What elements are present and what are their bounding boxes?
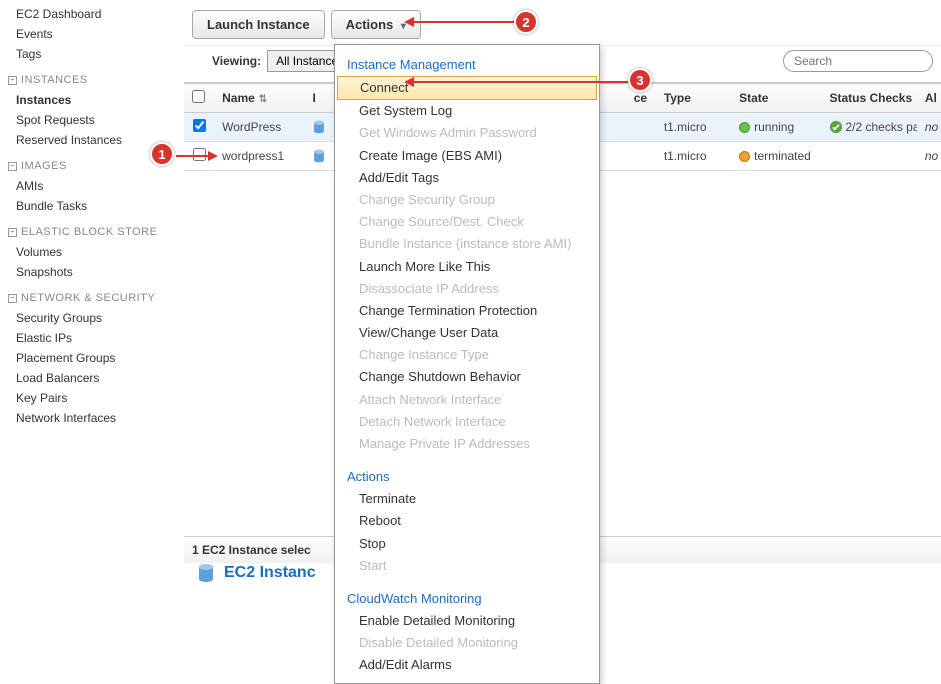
arrow-3 xyxy=(404,76,630,88)
sidebar-link[interactable]: Events xyxy=(8,24,176,44)
search-input[interactable] xyxy=(783,50,933,72)
col-type[interactable]: Type xyxy=(656,84,731,113)
callout-2: 2 xyxy=(514,10,538,34)
detail-title: EC2 Instanc xyxy=(224,564,316,582)
dropdown-item[interactable]: Launch More Like This xyxy=(335,256,599,278)
cell-state: terminated xyxy=(731,142,821,171)
dropdown-item: Change Security Group xyxy=(335,189,599,211)
col-checkbox xyxy=(184,84,214,113)
sidebar-link[interactable]: Placement Groups xyxy=(8,348,176,368)
sidebar-link[interactable]: Instances xyxy=(8,90,176,110)
cell-icon xyxy=(304,113,334,142)
viewing-label: Viewing: xyxy=(212,54,261,68)
sidebar-link[interactable]: Volumes xyxy=(8,242,176,262)
callout-3: 3 xyxy=(628,68,652,92)
dropdown-item[interactable]: Change Termination Protection xyxy=(335,300,599,322)
select-all-checkbox[interactable] xyxy=(192,90,205,103)
sidebar-link[interactable]: Network Interfaces xyxy=(8,408,176,428)
sidebar-section-header[interactable]: −NETWORK & SECURITY xyxy=(8,282,176,308)
arrow-2 xyxy=(404,16,516,28)
launch-instance-button[interactable]: Launch Instance xyxy=(192,10,325,39)
cell-state: running xyxy=(731,113,821,142)
col-name[interactable]: Name⇅ xyxy=(214,84,304,113)
cell-status: 2/2 checks pa xyxy=(821,113,916,142)
col-state[interactable]: State xyxy=(731,84,821,113)
state-dot-icon xyxy=(739,151,750,162)
cell-al: no xyxy=(917,142,941,171)
arrow-1 xyxy=(176,150,218,162)
collapse-icon: − xyxy=(8,294,17,303)
cell-al: no xyxy=(917,113,941,142)
dropdown-group-title: Actions xyxy=(335,463,599,488)
cell-status xyxy=(821,142,916,171)
cell-name: wordpress1 xyxy=(214,142,304,171)
dropdown-item[interactable]: Create Image (EBS AMI) xyxy=(335,145,599,167)
dropdown-item[interactable]: View/Change User Data xyxy=(335,322,599,344)
cell-icon xyxy=(304,142,334,171)
sidebar-section-header[interactable]: −ELASTIC BLOCK STORE xyxy=(8,216,176,242)
cell-type: t1.micro xyxy=(656,113,731,142)
collapse-icon: − xyxy=(8,162,17,171)
dropdown-item[interactable]: Add/Edit Alarms xyxy=(335,654,599,676)
sidebar-link[interactable]: Elastic IPs xyxy=(8,328,176,348)
state-dot-icon xyxy=(739,122,750,133)
dropdown-item[interactable]: Stop xyxy=(335,533,599,555)
instance-icon xyxy=(196,563,216,583)
database-icon xyxy=(312,149,326,163)
dropdown-item: Start xyxy=(335,555,599,577)
collapse-icon: − xyxy=(8,76,17,85)
sidebar-link[interactable]: Key Pairs xyxy=(8,388,176,408)
dropdown-item: Detach Network Interface xyxy=(335,411,599,433)
dropdown-group-title: Instance Management xyxy=(335,51,599,76)
sidebar-link[interactable]: Spot Requests xyxy=(8,110,176,130)
sidebar-link[interactable]: Bundle Tasks xyxy=(8,196,176,216)
collapse-icon: − xyxy=(8,228,17,237)
dropdown-item[interactable]: Change Shutdown Behavior xyxy=(335,366,599,388)
sidebar-link[interactable]: EC2 Dashboard xyxy=(8,4,176,24)
sidebar-link[interactable]: Tags xyxy=(8,44,176,64)
check-circle-icon xyxy=(829,120,843,134)
dropdown-item: Disassociate IP Address xyxy=(335,278,599,300)
col-i[interactable]: I xyxy=(304,84,334,113)
callout-1: 1 xyxy=(150,142,174,166)
dropdown-item: Change Source/Dest. Check xyxy=(335,211,599,233)
database-icon xyxy=(312,120,326,134)
dropdown-item[interactable]: Enable Detailed Monitoring xyxy=(335,610,599,632)
sidebar-link[interactable]: Snapshots xyxy=(8,262,176,282)
col-al[interactable]: Al xyxy=(917,84,941,113)
sidebar-link[interactable]: Security Groups xyxy=(8,308,176,328)
dropdown-item: Manage Private IP Addresses xyxy=(335,433,599,455)
cell-name: WordPress xyxy=(214,113,304,142)
toolbar: Launch Instance Actions ▾ xyxy=(184,0,941,45)
sort-icon: ⇅ xyxy=(259,94,267,105)
dropdown-item: Disable Detailed Monitoring xyxy=(335,632,599,654)
col-status[interactable]: Status Checks xyxy=(821,84,916,113)
dropdown-item: Get Windows Admin Password xyxy=(335,122,599,144)
sidebar: EC2 DashboardEventsTags −INSTANCESInstan… xyxy=(8,4,176,428)
dropdown-item[interactable]: Get System Log xyxy=(335,100,599,122)
dropdown-item: Change Instance Type xyxy=(335,344,599,366)
cell-type: t1.micro xyxy=(656,142,731,171)
sidebar-link[interactable]: Load Balancers xyxy=(8,368,176,388)
actions-dropdown: Instance ManagementConnectGet System Log… xyxy=(334,44,600,684)
row-checkbox[interactable] xyxy=(193,119,206,132)
dropdown-item[interactable]: Reboot xyxy=(335,510,599,532)
sidebar-link[interactable]: AMIs xyxy=(8,176,176,196)
dropdown-item: Attach Network Interface xyxy=(335,389,599,411)
dropdown-group-title: CloudWatch Monitoring xyxy=(335,585,599,610)
sidebar-section-header[interactable]: −INSTANCES xyxy=(8,64,176,90)
dropdown-item[interactable]: Add/Edit Tags xyxy=(335,167,599,189)
dropdown-item: Bundle Instance (instance store AMI) xyxy=(335,233,599,255)
actions-label: Actions xyxy=(346,17,394,32)
dropdown-item[interactable]: Terminate xyxy=(335,488,599,510)
